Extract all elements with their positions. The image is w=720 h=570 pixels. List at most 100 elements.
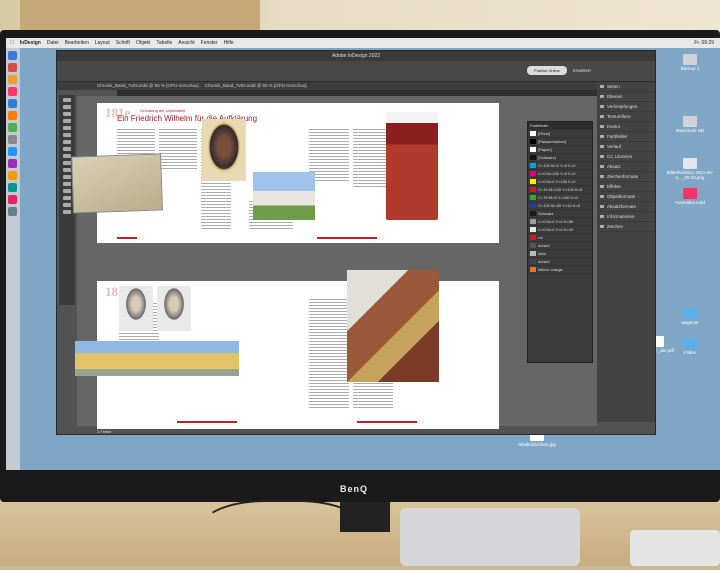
swatch-item[interactable]: C=15 M=100 Y=100 K=0 (528, 186, 592, 194)
swatch-item[interactable]: [Passermarken] (528, 138, 592, 146)
hand-tool-icon[interactable] (63, 196, 71, 200)
panel-text-wrap[interactable]: Textumfluss (597, 112, 655, 122)
preflight-status[interactable]: 1 Fehler (97, 429, 112, 434)
direct-selection-tool-icon[interactable] (63, 105, 71, 109)
app-icon[interactable] (8, 159, 17, 168)
app-icon[interactable] (8, 135, 17, 144)
type-tool-icon[interactable] (63, 119, 71, 123)
swatch-item[interactable]: klein (528, 250, 592, 258)
photo-palace[interactable] (75, 341, 239, 376)
tab-document[interactable]: Chronik_Band_7v03.indd @ 50 % [GPU-Vorsc… (97, 83, 199, 88)
panel-paragraph[interactable]: Absatz (597, 162, 655, 172)
swatch-item[interactable]: C=100 M=0 Y=0 K=0 (528, 162, 592, 170)
desktop-icon-file[interactable]: Actenidee.indd (664, 188, 716, 205)
gradient-tool-icon[interactable] (63, 175, 71, 179)
app-icon[interactable] (8, 171, 17, 180)
swatch-item[interactable]: dunkel (528, 242, 592, 250)
indesign-icon[interactable] (8, 87, 17, 96)
swatch-item[interactable]: C=75 M=5 Y=100 K=0 (528, 194, 592, 202)
swatch-item[interactable]: rot (528, 234, 592, 242)
menu-app[interactable]: InDesign (20, 38, 41, 48)
workspace-switcher[interactable]: Erweitert (573, 66, 603, 75)
panel-paragraph-styles[interactable]: Absatzformate (597, 202, 655, 212)
panel-pages[interactable]: Seiten (597, 82, 655, 92)
rectangle-tool-icon[interactable] (63, 154, 71, 158)
photo-portrait-oval[interactable] (202, 119, 246, 181)
panel-swatches[interactable]: Farbfelder (597, 132, 655, 142)
swatch-item[interactable]: C=0 M=0 Y=0 K=10 (528, 226, 592, 234)
menu-item[interactable]: Tabelle (156, 38, 172, 48)
app-icon[interactable] (8, 75, 17, 84)
page-footer-bar (117, 237, 137, 239)
illustrator-icon[interactable] (8, 111, 17, 120)
menu-item[interactable]: Layout (95, 38, 110, 48)
fill-stroke-icon[interactable] (63, 210, 71, 214)
tab-document[interactable]: Chronik_Band_7v03.indd @ 50 % [GPU-Vorsc… (205, 83, 307, 88)
app-icon[interactable] (8, 195, 17, 204)
monitor-logo: BenQ (340, 484, 369, 494)
menu-item[interactable]: Bearbeiten (65, 38, 89, 48)
pen-tool-icon[interactable] (63, 133, 71, 137)
swatch-item[interactable]: C=100 M=90 Y=10 K=0 (528, 202, 592, 210)
swatch-item[interactable]: dunkel (528, 258, 592, 266)
panel-cc-libraries[interactable]: CC Libraries (597, 152, 655, 162)
selection-tool-icon[interactable] (63, 98, 71, 102)
panel-object-styles[interactable]: Objektformate (597, 192, 655, 202)
control-panel: Publish Online Erweitert (57, 61, 655, 82)
app-icon[interactable] (8, 183, 17, 192)
swatch-item[interactable]: C=0 M=0 Y=100 K=0 (528, 178, 592, 186)
panel-links[interactable]: Verknüpfungen (597, 102, 655, 112)
panel-character-styles[interactable]: Zeichenformate (597, 172, 655, 182)
menubar-clock[interactable]: Fr. 09:29 (694, 38, 720, 48)
swatch-item[interactable]: C=0 M=0 Y=0 K=50 (528, 218, 592, 226)
shelf (20, 0, 260, 34)
app-icon[interactable] (8, 147, 17, 156)
panel-gradient[interactable]: Verlauf (597, 142, 655, 152)
menu-item[interactable]: Fenster (201, 38, 218, 48)
panel-effects[interactable]: Effekte (597, 182, 655, 192)
photo-old-book[interactable] (71, 153, 163, 214)
monitor-screen:  InDesign Datei Bearbeiten Layout Schri… (6, 38, 720, 470)
swatch-item[interactable]: [Ohne] (528, 130, 592, 138)
photo-building[interactable] (253, 172, 315, 220)
frame-tool-icon[interactable] (63, 147, 71, 151)
apple-icon[interactable]:  (10, 38, 14, 48)
desktop-icon-file[interactable]: Bilderfunktion 2021-06-1..._00.33.png (664, 158, 716, 180)
desktop-icon-drive[interactable]: Backup 1 (664, 54, 716, 71)
menu-item[interactable]: Datei (47, 38, 59, 48)
panel-info[interactable]: Informationen (597, 212, 655, 222)
swatch-item[interactable]: bittere orange (528, 266, 592, 274)
panel-layers[interactable]: Ebenen (597, 92, 655, 102)
photo-ceremonial-robe[interactable] (386, 112, 438, 220)
desktop-icon-folder[interactable]: wegener (664, 308, 716, 325)
swatch-item[interactable]: C=0 M=100 Y=0 K=0 (528, 170, 592, 178)
photo-telescope[interactable] (347, 270, 439, 382)
page-tool-icon[interactable] (63, 112, 71, 116)
pencil-tool-icon[interactable] (63, 140, 71, 144)
finder-icon[interactable] (8, 51, 17, 60)
menu-item[interactable]: Schrift (116, 38, 130, 48)
desktop-icon-drive[interactable]: Macintosh HD (664, 116, 716, 133)
app-icon[interactable] (8, 123, 17, 132)
trash-icon[interactable] (8, 207, 17, 216)
photo-portraits-pair[interactable] (119, 286, 191, 331)
transform-tool-icon[interactable] (63, 168, 71, 172)
publish-online-button[interactable]: Publish Online (527, 66, 567, 75)
scissors-tool-icon[interactable] (63, 161, 71, 165)
swatch-item[interactable]: [Papier] (528, 146, 592, 154)
eyedropper-tool-icon[interactable] (63, 189, 71, 193)
photoshop-icon[interactable] (8, 99, 17, 108)
line-tool-icon[interactable] (63, 126, 71, 130)
zoom-tool-icon[interactable] (63, 203, 71, 207)
menu-item[interactable]: Hilfe (224, 38, 234, 48)
app-icon[interactable] (8, 63, 17, 72)
swatch-item[interactable]: [Schwarz] (528, 154, 592, 162)
cable (200, 500, 364, 570)
menu-item[interactable]: Ansicht (178, 38, 194, 48)
note-tool-icon[interactable] (63, 182, 71, 186)
panel-character[interactable]: Zeichen (597, 222, 655, 232)
swatch-label: C=75 M=5 Y=100 K=0 (538, 195, 578, 200)
swatch-item[interactable]: Schwarz (528, 210, 592, 218)
menu-item[interactable]: Objekt (136, 38, 150, 48)
panel-stroke[interactable]: Kontur (597, 122, 655, 132)
